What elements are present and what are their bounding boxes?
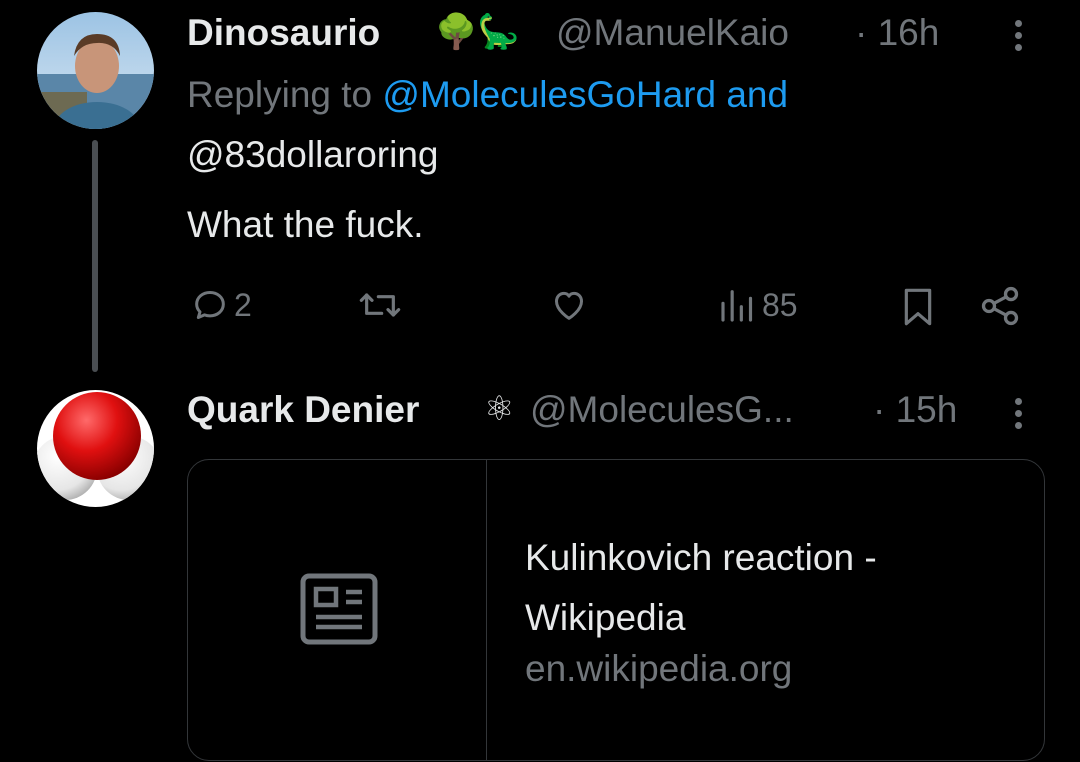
- heart-icon: [555, 291, 583, 320]
- bookmark-icon: [904, 288, 932, 326]
- author-emoji: ⚛: [484, 390, 515, 428]
- link-domain: en.wikipedia.org: [525, 648, 793, 689]
- bookmark-button[interactable]: [898, 285, 938, 329]
- analytics-icon: [721, 290, 753, 322]
- water-molecule-icon: [37, 390, 154, 507]
- author-handle[interactable]: @ManuelKaio: [556, 12, 789, 54]
- like-button[interactable]: [548, 285, 594, 325]
- avatar-quark-denier[interactable]: [37, 390, 154, 507]
- retweet-icon: [359, 293, 401, 317]
- more-options-icon[interactable]: [1015, 398, 1022, 429]
- reply-and: and: [716, 74, 789, 115]
- views-button[interactable]: 85: [718, 285, 798, 325]
- article-icon: [300, 573, 378, 645]
- tweet-text: What the fuck.: [187, 204, 424, 245]
- author-handle[interactable]: @MoleculesG...: [530, 389, 794, 431]
- author-name[interactable]: Quark Denier: [187, 389, 419, 431]
- view-count: 85: [762, 286, 798, 323]
- reply-button[interactable]: 2: [190, 285, 252, 325]
- share-button[interactable]: [978, 284, 1022, 328]
- link-preview-text: Kulinkovich reaction - Wikipedia en.wiki…: [525, 528, 877, 690]
- share-icon: [981, 286, 1019, 326]
- tweet-time[interactable]: · 16h: [855, 12, 939, 54]
- retweet-button[interactable]: [358, 285, 406, 325]
- tweet-time[interactable]: · 15h: [873, 389, 957, 431]
- reply-context: Replying to @MoleculesGoHard and: [187, 74, 788, 116]
- link-title-line-1: Kulinkovich reaction -: [525, 537, 877, 578]
- reply-mention-1[interactable]: @MoleculesGoHard: [382, 74, 716, 115]
- reply-icon: [195, 291, 225, 319]
- thread-connector-line: [92, 140, 98, 372]
- link-preview-card[interactable]: Kulinkovich reaction - Wikipedia en.wiki…: [187, 459, 1045, 761]
- avatar-photo-icon: [37, 12, 154, 129]
- author-name[interactable]: Dinosaurio: [187, 12, 380, 54]
- author-emoji: 🌳🦕: [435, 13, 520, 51]
- reply-mention-2[interactable]: @83dollaroring: [187, 134, 438, 176]
- reply-count: 2: [234, 286, 252, 323]
- link-preview-thumbnail: [188, 460, 487, 760]
- more-options-icon[interactable]: [1015, 20, 1022, 51]
- avatar-dinosaurio[interactable]: [37, 12, 154, 129]
- link-title-line-2: Wikipedia: [525, 597, 686, 638]
- reply-prefix: Replying to: [187, 74, 383, 115]
